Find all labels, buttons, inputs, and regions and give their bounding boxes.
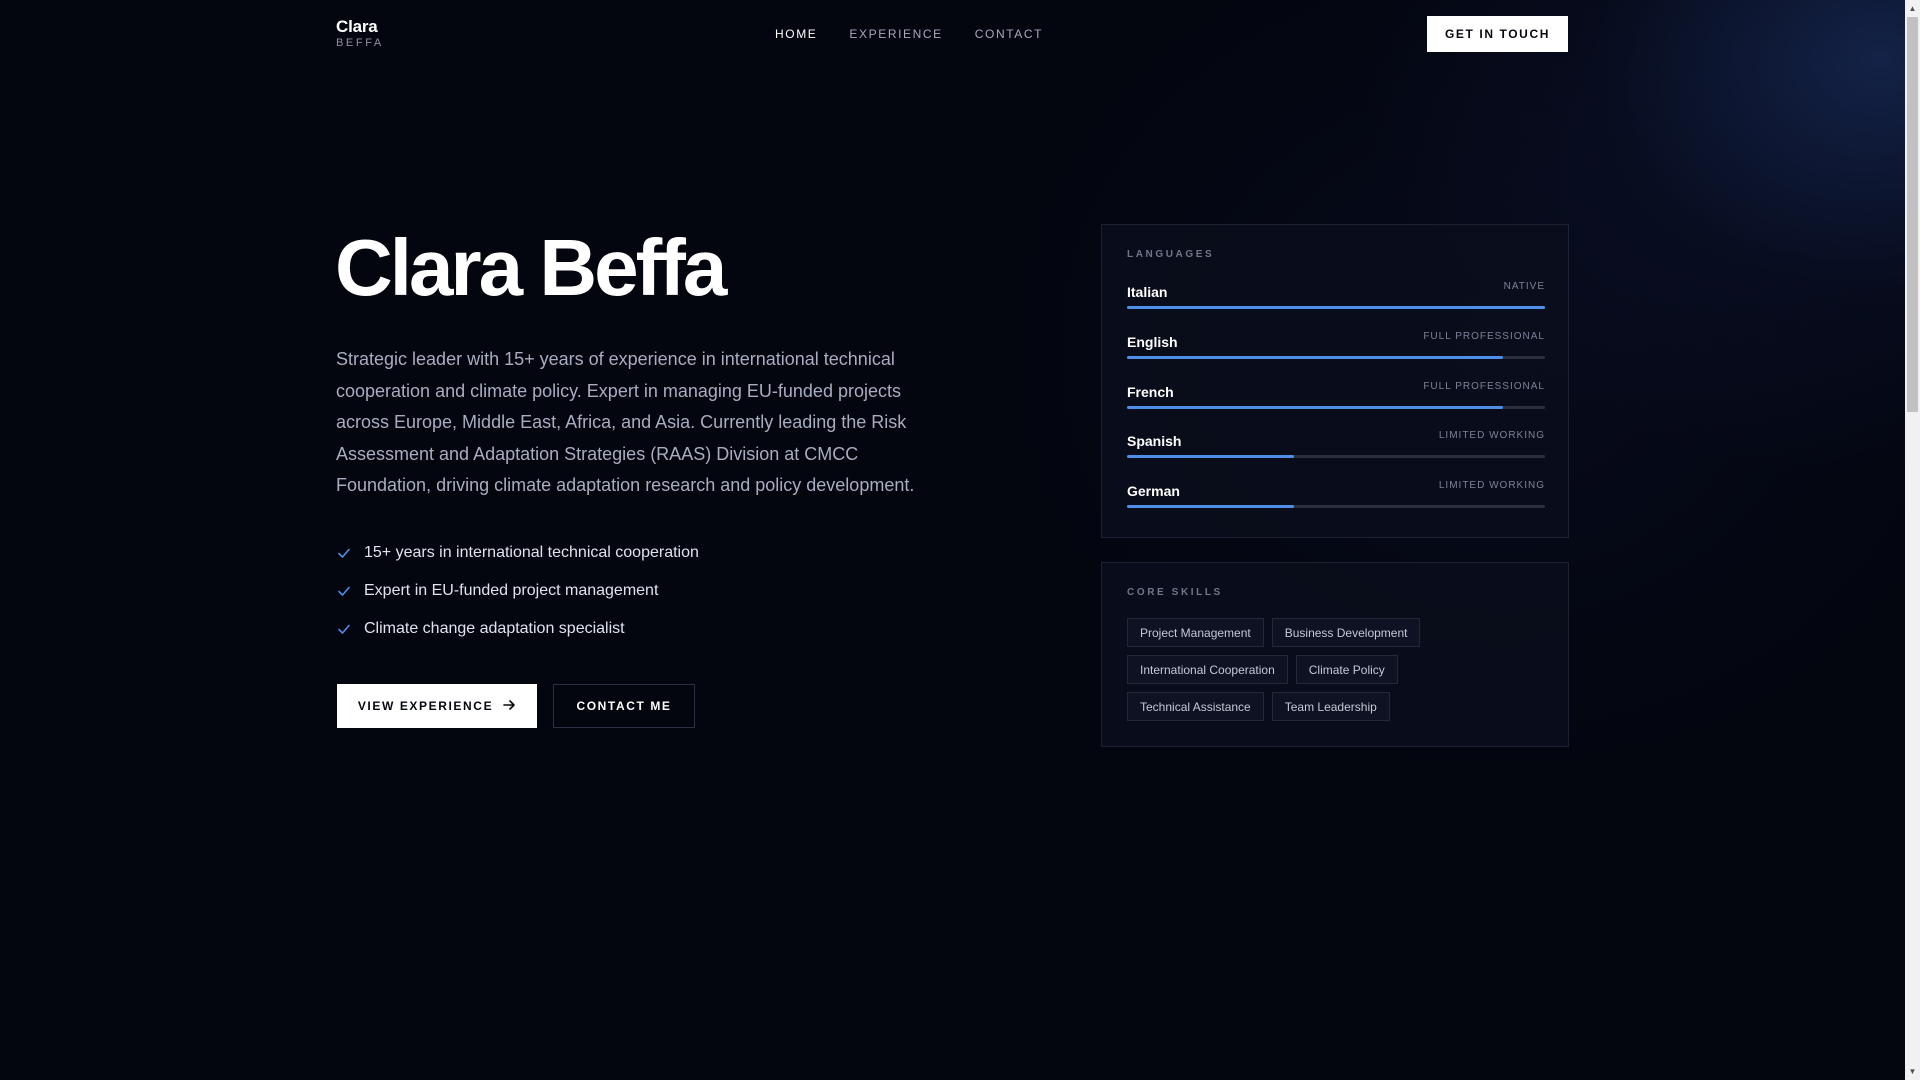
arrow-right-icon (503, 699, 516, 714)
language-row: Italian NATIVE (1127, 281, 1545, 334)
scrollbar-thumb[interactable] (1907, 17, 1918, 412)
skill-tags: Project Management Business Development … (1127, 618, 1547, 729)
nav-home[interactable]: HOME (775, 27, 817, 41)
language-row: French FULL PROFESSIONAL (1127, 381, 1545, 434)
tag-row: Project Management Business Development (1127, 618, 1547, 647)
proficiency-bar (1127, 406, 1504, 409)
skill-tag: Business Development (1271, 618, 1421, 647)
proficiency-track (1127, 406, 1545, 409)
tag-row: Technical Assistance Team Leadership (1127, 692, 1547, 721)
language-name: Italian (1127, 284, 1168, 300)
skill-tag: Project Management (1127, 618, 1264, 647)
skill-tag: Team Leadership (1271, 692, 1390, 721)
hero-description: Strategic leader with 15+ years of exper… (336, 349, 915, 495)
language-name: French (1127, 384, 1174, 400)
skill-tag: Technical Assistance (1127, 692, 1264, 721)
get-in-touch-button[interactable]: GET IN TOUCH (1427, 16, 1568, 52)
nav-contact[interactable]: CONTACT (975, 27, 1043, 41)
view-experience-button[interactable]: VIEW EXPERIENCE (337, 684, 537, 728)
language-row: German LIMITED WORKING (1127, 480, 1545, 533)
proficiency-bar (1127, 455, 1295, 458)
list-item: Expert in EU-funded project management (336, 572, 699, 610)
check-icon (336, 621, 352, 637)
language-level: FULL PROFESSIONAL (1423, 381, 1545, 392)
proficiency-track (1127, 356, 1545, 359)
core-skills-heading: CORE SKILLS (1127, 587, 1223, 598)
highlight-text: Expert in EU-funded project management (364, 582, 659, 599)
language-name: Spanish (1127, 433, 1182, 449)
tag-row: International Cooperation Climate Policy (1127, 655, 1547, 684)
highlights-list: 15+ years in international technical coo… (336, 534, 699, 648)
language-name: English (1127, 334, 1178, 350)
view-experience-label: VIEW EXPERIENCE (357, 699, 494, 713)
brand-first-name: Clara (336, 17, 378, 36)
core-skills-card: CORE SKILLS Project Management Business … (1101, 562, 1569, 747)
skill-tag: Climate Policy (1295, 655, 1398, 684)
proficiency-bar (1127, 505, 1295, 508)
list-item: Climate change adaptation specialist (336, 610, 699, 648)
languages-heading: LANGUAGES (1127, 249, 1215, 260)
proficiency-track (1127, 455, 1545, 458)
list-item: 15+ years in international technical coo… (336, 534, 699, 572)
proficiency-track (1127, 505, 1545, 508)
proficiency-track (1127, 306, 1545, 309)
page: Clara BEFFA HOME EXPERIENCE CONTACT GET … (0, 0, 1905, 1080)
language-name: German (1127, 483, 1180, 499)
brand-last-name: BEFFA (336, 37, 384, 49)
highlight-text: 15+ years in international technical coo… (364, 544, 699, 561)
languages-card: LANGUAGES Italian NATIVE English FULL PR… (1101, 224, 1569, 538)
highlight-text: Climate change adaptation specialist (364, 620, 625, 637)
page-scrollbar[interactable]: ▲ ▼ (1905, 0, 1920, 1080)
language-level: LIMITED WORKING (1438, 480, 1545, 491)
proficiency-bar (1127, 306, 1545, 309)
scroll-up-icon[interactable]: ▲ (1905, 0, 1920, 17)
language-level: FULL PROFESSIONAL (1423, 331, 1545, 342)
skill-tag: International Cooperation (1127, 655, 1288, 684)
contact-me-button[interactable]: CONTACT ME (553, 684, 695, 728)
proficiency-bar (1127, 356, 1504, 359)
main-nav: HOME EXPERIENCE CONTACT (775, 27, 1043, 41)
hero-title: Clara Beffa (335, 223, 727, 312)
brand-logo[interactable]: Clara BEFFA (336, 17, 384, 49)
check-icon (336, 545, 352, 561)
language-level: NATIVE (1503, 281, 1545, 292)
scroll-down-icon[interactable]: ▼ (1905, 1063, 1920, 1080)
nav-experience[interactable]: EXPERIENCE (849, 27, 942, 41)
check-icon (336, 583, 352, 599)
language-row: English FULL PROFESSIONAL (1127, 331, 1545, 384)
language-level: LIMITED WORKING (1438, 430, 1545, 441)
language-row: Spanish LIMITED WORKING (1127, 430, 1545, 483)
